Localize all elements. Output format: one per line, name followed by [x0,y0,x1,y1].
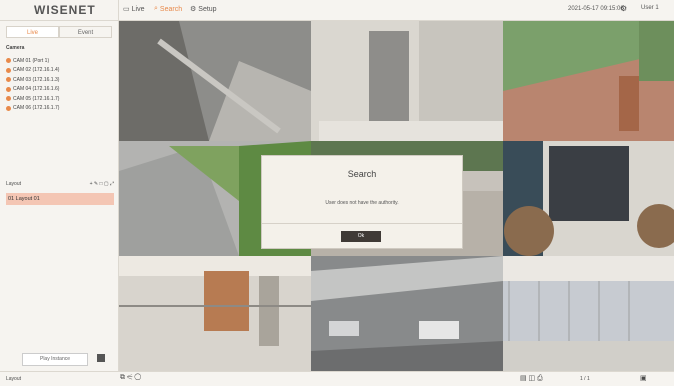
gear-icon: ⚙ [190,6,197,13]
nav-search[interactable]: ⌕ Search [154,5,182,13]
dialog-divider [262,223,462,224]
camera-label: CAM 01 (Port 1) [13,57,50,64]
nav-search-label: Search [159,5,183,13]
fullscreen-icon[interactable]: ▣ [640,374,647,382]
camera-item[interactable]: CAM 02 (172.16.1.4) [6,66,114,76]
camera-section-label: Camera [6,45,25,51]
nav-live-label: Live [131,5,145,13]
sidebar-tabs: Live Event [6,26,112,38]
camera-item[interactable]: CAM 04 (172.16.1.6) [6,85,114,95]
camera-item[interactable]: CAM 06 (172.16.1.7) [6,104,114,114]
bottom-layout-label: Layout [6,376,22,382]
camera-list: CAM 01 (Port 1) CAM 02 (172.16.1.4) CAM … [6,56,114,113]
logo: WISENET [34,3,96,17]
play-instance-button[interactable]: Play Instance [22,353,88,366]
settings-icon[interactable]: ⚙ [620,4,627,13]
ok-button[interactable]: Ok [341,231,381,242]
nav-live[interactable]: ▭ Live [123,5,145,14]
monitor-icon: ▭ [123,6,130,13]
status-dot-icon [6,96,11,102]
camera-item[interactable]: CAM 01 (Port 1) [6,56,114,66]
layout-header: Layout + ✎ □ ▢ ⤢ [6,181,114,187]
top-bar: WISENET ▭ Live ⌕ Search ⚙ Setup 2021-05-… [0,0,674,21]
datetime: 2021-05-17 09:15:06 [568,6,624,12]
camera-label: CAM 03 (172.16.1.3) [13,76,60,83]
dialog-message: User does not have the authority. [325,200,399,206]
dialog-title: Search [347,169,377,179]
camera-tile-8[interactable] [311,256,503,371]
camera-tile-7[interactable] [119,256,311,371]
layout-actions: + ✎ □ ▢ ⤢ [89,181,114,187]
search-icon: ⌕ [154,5,158,12]
tab-live[interactable]: Live [6,26,59,38]
nav-setup[interactable]: ⚙ Setup [190,5,217,14]
camera-tile-3[interactable] [503,21,674,141]
search-dialog: Search User does not have the authority.… [261,155,463,249]
page-indicator: 1 / 1 [580,376,590,382]
tab-event[interactable]: Event [59,26,112,38]
status-dot-icon [6,67,11,73]
bottom-bar: Layout ⧉ ⚟ ◯ ▤ ◫ ⎙ 1 / 1 ▣ [0,371,674,386]
camera-tile-2[interactable] [311,21,503,141]
camera-item[interactable]: CAM 05 (172.16.1.7) [6,94,114,104]
toolbar-icons-left[interactable]: ⧉ ⚟ ◯ [120,374,141,382]
logo-area: WISENET [0,0,119,20]
camera-label: CAM 04 (172.16.1.6) [13,86,60,93]
camera-label: CAM 02 (172.16.1.4) [13,67,60,74]
camera-tile-6[interactable] [503,141,674,256]
camera-item[interactable]: CAM 03 (172.16.1.3) [6,75,114,85]
camera-label: CAM 06 (172.16.1.7) [13,105,60,112]
status-dot-icon [6,77,11,83]
camera-tile-9[interactable] [503,256,674,371]
layout-toggle-icon[interactable] [97,354,105,362]
toolbar-icons-right[interactable]: ▤ ◫ ⎙ [520,374,543,383]
camera-tile-1[interactable] [119,21,311,141]
layout-label: Layout [6,181,22,187]
camera-label: CAM 05 (172.16.1.7) [13,95,60,102]
layout-item[interactable]: 01 Layout 01 [6,193,114,205]
nav-setup-label: Setup [198,5,217,13]
sidebar: Live Event Camera CAM 01 (Port 1) CAM 02… [0,21,119,371]
status-dot-icon [6,105,11,111]
user-menu[interactable]: User 1 [641,5,659,11]
status-dot-icon [6,58,11,64]
status-dot-icon [6,86,11,92]
